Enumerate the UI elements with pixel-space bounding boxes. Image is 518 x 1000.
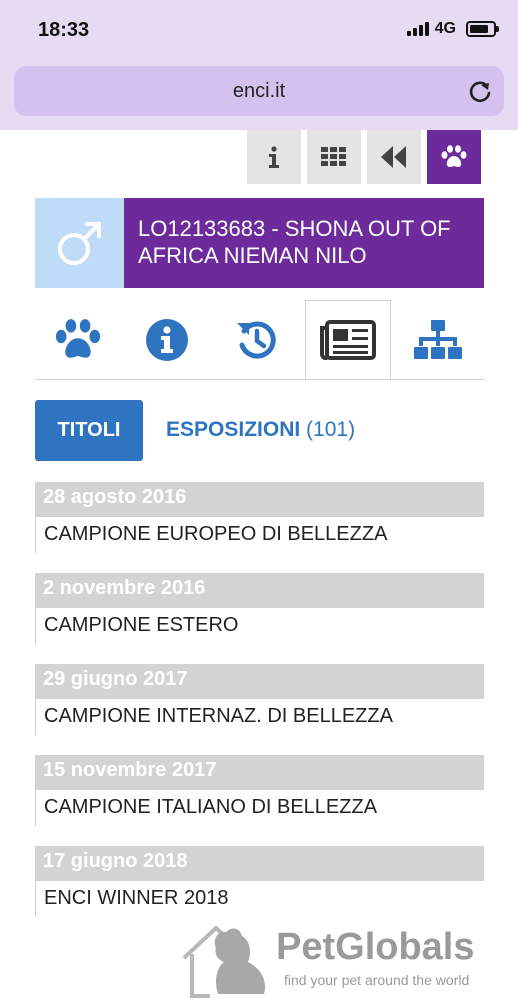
list-item: 28 agosto 2016 CAMPIONE EUROPEO DI BELLE… [35,482,484,573]
title-date: 29 giugno 2017 [35,664,484,699]
dog-name: LO12133683 - SHONA OUT OF AFRICA NIEMAN … [124,198,484,288]
title-date: 28 agosto 2016 [35,482,484,517]
info-icon [269,146,279,168]
top-action-bar [247,130,481,184]
tab-history[interactable] [222,300,292,379]
esposizioni-link[interactable]: ESPOSIZIONI (101) [166,418,355,442]
grid-button[interactable] [307,130,361,184]
back-button[interactable] [367,130,421,184]
info-circle-icon [146,318,188,361]
watermark-brand: PetGlobals [276,926,475,968]
paw-icon [55,318,101,358]
male-symbol-icon [57,222,101,265]
newspaper-icon [320,319,376,360]
house-pet-logo-icon [182,926,266,998]
tab-pedigree[interactable] [403,300,473,379]
esposizioni-label: ESPOSIZIONI [166,418,301,441]
reload-icon[interactable] [466,77,494,105]
info-button[interactable] [247,130,301,184]
tab-info[interactable] [132,300,202,379]
battery-icon [466,21,499,37]
browser-toolbar: enci.it [0,62,518,130]
status-indicators: 4G [406,20,499,38]
list-item: 29 giugno 2017 CAMPIONE INTERNAZ. DI BEL… [35,664,484,755]
title-name: CAMPIONE EUROPEO DI BELLEZZA [35,517,484,553]
signal-icon [406,22,429,36]
tab-general[interactable] [43,300,113,379]
url-text: enci.it [232,80,286,102]
list-item: 2 novembre 2016 CAMPIONE ESTERO [35,573,484,664]
gender-box [35,198,124,288]
detail-tabs [35,300,484,380]
title-name: ENCI WINNER 2018 [35,881,484,917]
status-bar: 18:33 4G [0,0,518,62]
list-item: 15 novembre 2017 CAMPIONE ITALIANO DI BE… [35,755,484,846]
title-name: CAMPIONE ESTERO [35,608,484,644]
tab-divider [35,379,484,380]
paw-icon [441,145,467,167]
grid-icon [321,147,346,166]
clock: 18:33 [38,19,90,41]
subtab-bar: TITOLI ESPOSIZIONI (101) [35,400,484,462]
pedigree-tree-icon [414,319,462,359]
titoli-button[interactable]: TITOLI [35,400,143,461]
title-date: 2 novembre 2016 [35,573,484,608]
watermark-tagline: find your pet around the world [284,972,470,988]
titles-list: 28 agosto 2016 CAMPIONE EUROPEO DI BELLE… [35,482,484,937]
dog-header: LO12133683 - SHONA OUT OF AFRICA NIEMAN … [35,198,484,288]
network-type: 4G [434,20,456,37]
history-icon [237,321,276,359]
esposizioni-count: (101) [306,418,356,441]
address-bar[interactable]: enci.it [14,66,504,116]
title-name: CAMPIONE ITALIANO DI BELLEZZA [35,790,484,826]
title-date: 15 novembre 2017 [35,755,484,790]
title-name: CAMPIONE INTERNAZ. DI BELLEZZA [35,699,484,735]
rewind-icon [381,146,406,168]
tab-titles[interactable] [305,300,391,379]
paw-button[interactable] [427,130,481,184]
title-date: 17 giugno 2018 [35,846,484,881]
watermark: PetGlobals find your pet around the worl… [180,918,518,1000]
